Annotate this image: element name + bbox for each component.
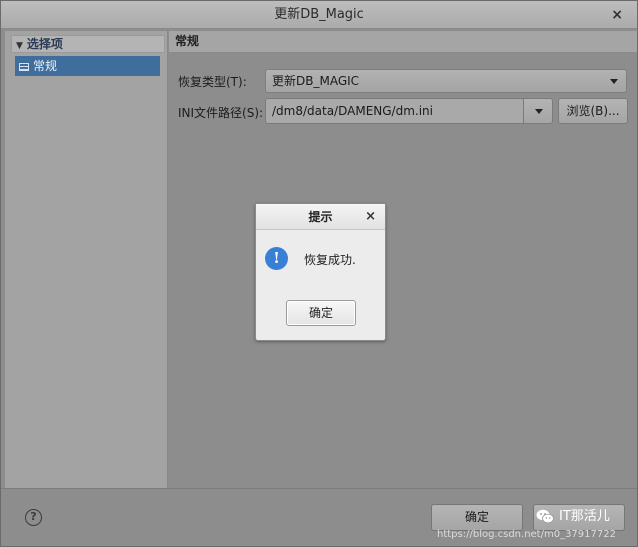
general-settings-panel: 常规 恢复类型(T): 更新DB_MAGIC INI文件路径(S): /dm8/…	[169, 31, 637, 488]
watermark-badge: IT那活儿	[531, 505, 631, 529]
success-message-box: 提示 × ! 恢复成功. 确定	[255, 203, 386, 341]
tree-header-label: 选择项	[26, 37, 63, 51]
section-title: 常规	[169, 31, 637, 53]
info-icon: !	[265, 247, 288, 270]
message-box-titlebar[interactable]: 提示 ×	[256, 204, 385, 230]
options-tree-panel: ▼ 选择项 常规	[5, 31, 168, 488]
restore-type-value: 更新DB_MAGIC	[272, 74, 360, 88]
ini-path-dropdown-button[interactable]	[523, 98, 553, 124]
wechat-icon	[536, 509, 554, 524]
ini-path-input[interactable]: /dm8/data/DAMENG/dm.ini	[265, 98, 524, 124]
caret-down-icon[interactable]: ▼	[16, 41, 23, 51]
message-text: 恢复成功.	[304, 253, 356, 267]
help-icon[interactable]: ?	[25, 509, 42, 526]
dialog-title: 更新DB_Magic	[274, 7, 364, 22]
browse-button[interactable]: 浏览(B)...	[558, 98, 628, 124]
message-box-title: 提示	[308, 210, 333, 224]
dialog-close-icon[interactable]: ×	[611, 7, 623, 23]
dialog-titlebar[interactable]: 更新DB_Magic ×	[1, 1, 637, 29]
restore-type-select[interactable]: 更新DB_MAGIC	[265, 69, 627, 93]
dialog-footer: ? 确定 IT那活儿 https://blog.csdn.net/m0_3791…	[1, 488, 637, 546]
message-box-close-icon[interactable]: ×	[365, 204, 376, 230]
restore-type-label: 恢复类型(T):	[178, 75, 247, 89]
message-box-ok-button[interactable]: 确定	[286, 300, 356, 326]
list-icon	[19, 62, 29, 71]
tree-item-label: 常规	[33, 59, 58, 73]
ok-button[interactable]: 确定	[431, 504, 523, 531]
ini-path-label: INI文件路径(S):	[178, 106, 264, 120]
tree-header-select-items[interactable]: ▼ 选择项	[11, 35, 165, 53]
ini-path-value: /dm8/data/DAMENG/dm.ini	[272, 104, 433, 118]
watermark-url: https://blog.csdn.net/m0_37917722	[437, 529, 616, 540]
chevron-down-icon	[535, 109, 543, 114]
chevron-down-icon	[610, 79, 618, 84]
tree-item-general[interactable]: 常规	[15, 56, 160, 76]
watermark-badge-text: IT那活儿	[559, 509, 610, 524]
